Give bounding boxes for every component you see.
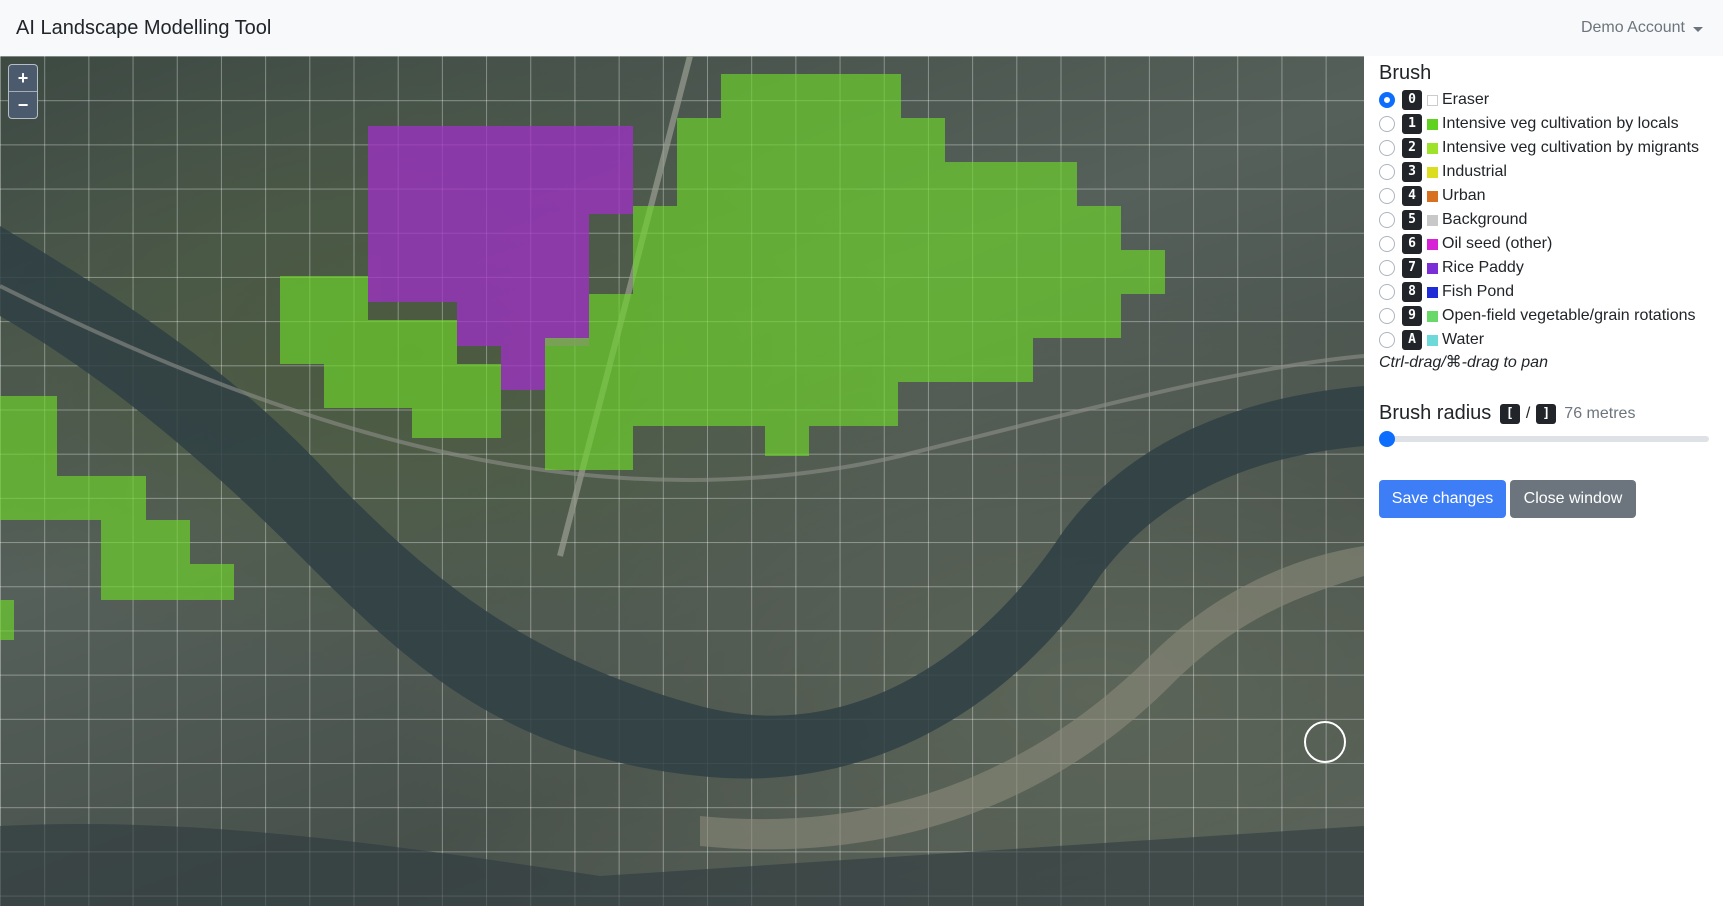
brush-key: 8 <box>1402 282 1422 302</box>
brush-list: 0 Eraser 1 Intensive veg cultivation by loc… <box>1379 88 1719 352</box>
zoom-control: + − <box>8 64 38 119</box>
brush-option-8[interactable]: 8 Fish Pond <box>1379 280 1719 304</box>
chevron-down-icon <box>1693 26 1703 32</box>
color-swatch <box>1427 94 1438 106</box>
color-swatch <box>1427 286 1438 298</box>
brush-label: Industrial <box>1442 163 1507 180</box>
brush-label: Open-field vegetable/grain rotations <box>1442 307 1696 324</box>
brush-radius-label: Brush radius <box>1379 402 1492 424</box>
map-canvas[interactable]: + − <box>0 56 1364 906</box>
brush-key: 4 <box>1402 186 1422 206</box>
brush-key: 7 <box>1402 258 1422 278</box>
brush-key: 2 <box>1402 138 1422 158</box>
color-swatch <box>1427 142 1438 154</box>
key-decrease: [ <box>1499 403 1520 424</box>
brush-key: 9 <box>1402 306 1422 326</box>
brush-radio[interactable] <box>1379 236 1395 252</box>
app-title[interactable]: AI Landscape Modelling Tool <box>16 17 271 40</box>
brush-key: 5 <box>1402 210 1422 230</box>
brush-radius-row: Brush radius [ / ] 76 metres <box>1379 402 1635 425</box>
brush-radio[interactable] <box>1379 332 1395 348</box>
brush-radio[interactable] <box>1379 260 1395 276</box>
close-window-button[interactable]: Close window <box>1510 480 1636 518</box>
brush-radio[interactable] <box>1379 212 1395 228</box>
brush-radio[interactable] <box>1379 116 1395 132</box>
brush-heading: Brush <box>1379 62 1432 84</box>
brush-radius-value: 76 metres <box>1564 404 1636 422</box>
color-swatch <box>1427 166 1438 178</box>
brush-radius-slider[interactable] <box>1379 431 1709 447</box>
brush-label: Oil seed (other) <box>1442 235 1553 252</box>
brush-label: Rice Paddy <box>1442 259 1524 276</box>
brush-key: 1 <box>1402 114 1422 134</box>
brush-radio[interactable] <box>1379 188 1395 204</box>
color-swatch <box>1427 238 1438 250</box>
brush-key: 6 <box>1402 234 1422 254</box>
brush-option-1[interactable]: 1 Intensive veg cultivation by locals <box>1379 112 1719 136</box>
brush-label: Water <box>1442 331 1485 348</box>
brush-option-0[interactable]: 0 Eraser <box>1379 88 1719 112</box>
key-increase: ] <box>1536 403 1557 424</box>
navbar: AI Landscape Modelling Tool Demo Account <box>0 0 1723 56</box>
color-swatch <box>1427 214 1438 226</box>
brush-label: Fish Pond <box>1442 283 1515 300</box>
key-separator: / <box>1525 404 1531 422</box>
save-button[interactable]: Save changes <box>1379 480 1506 518</box>
brush-label: Intensive veg cultivation by migrants <box>1442 139 1700 156</box>
brush-radio[interactable] <box>1379 140 1395 156</box>
color-swatch <box>1427 310 1438 322</box>
brush-panel: Brush 0 Eraser 1 Intensive veg cultivation … <box>1379 56 1709 906</box>
brush-option-6[interactable]: 6 Oil seed (other) <box>1379 232 1719 256</box>
brush-option-9[interactable]: 9 Open-field vegetable/grain rotations <box>1379 304 1719 328</box>
brush-label: Background <box>1442 211 1528 228</box>
color-swatch <box>1427 118 1438 130</box>
color-swatch <box>1427 190 1438 202</box>
brush-option-5[interactable]: 5 Background <box>1379 208 1719 232</box>
brush-option-a[interactable]: A Water <box>1379 328 1719 352</box>
brush-option-4[interactable]: 4 Urban <box>1379 184 1719 208</box>
brush-label: Intensive veg cultivation by locals <box>1442 115 1679 132</box>
pan-hint: Ctrl-drag/⌘-drag to pan <box>1379 354 1548 371</box>
brush-radio[interactable] <box>1379 284 1395 300</box>
zoom-in-button[interactable]: + <box>9 65 37 91</box>
brush-radio[interactable] <box>1379 308 1395 324</box>
brush-cursor <box>1304 721 1346 763</box>
slider-thumb[interactable] <box>1379 431 1395 447</box>
account-label: Demo Account <box>1580 19 1685 36</box>
brush-label: Urban <box>1442 187 1486 204</box>
color-swatch <box>1427 334 1438 346</box>
brush-key: A <box>1402 330 1422 350</box>
lower-water <box>0 824 1364 906</box>
brush-radio[interactable] <box>1379 164 1395 180</box>
brush-radio[interactable] <box>1379 92 1395 108</box>
brush-option-7[interactable]: 7 Rice Paddy <box>1379 256 1719 280</box>
brush-label: Eraser <box>1442 91 1490 108</box>
account-dropdown[interactable]: Demo Account <box>1581 19 1703 37</box>
brush-option-2[interactable]: 2 Intensive veg cultivation by migrants <box>1379 136 1719 160</box>
zoom-out-button[interactable]: − <box>9 91 37 118</box>
map-overlay <box>0 56 1364 906</box>
brush-option-3[interactable]: 3 Industrial <box>1379 160 1719 184</box>
brush-key: 3 <box>1402 162 1422 182</box>
brush-key: 0 <box>1402 90 1422 110</box>
color-swatch <box>1427 262 1438 274</box>
